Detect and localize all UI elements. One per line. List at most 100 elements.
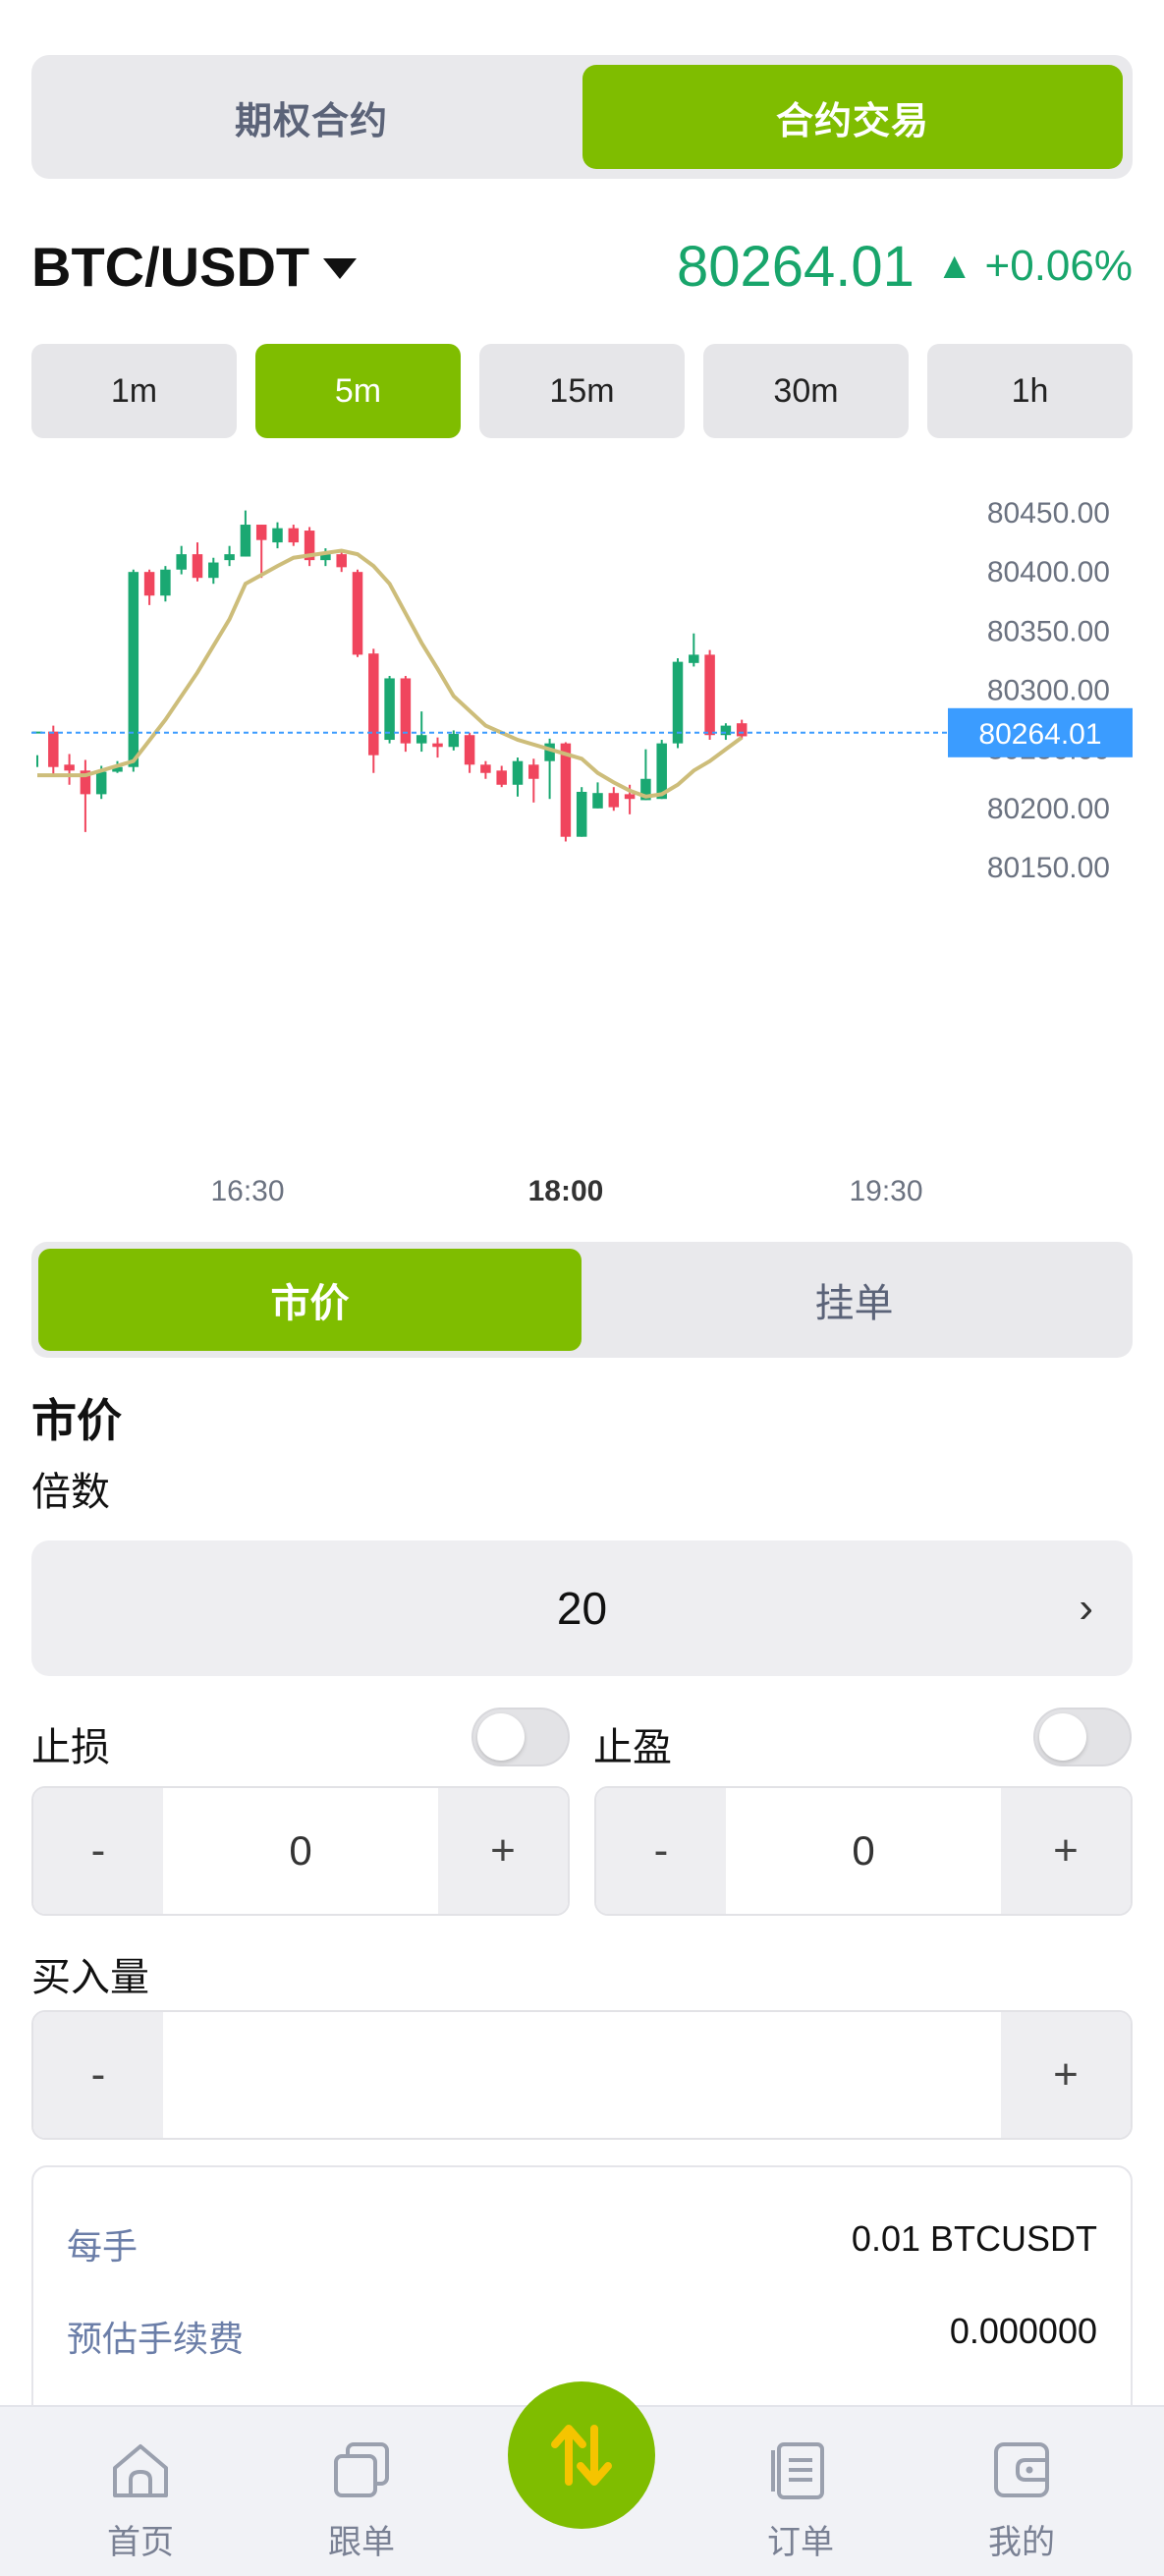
candle	[689, 654, 699, 663]
info-row-fee: 预估手续费 0.000000	[67, 2311, 1097, 2362]
up-arrow-icon: ▲	[935, 245, 973, 287]
buy-quantity-minus-button[interactable]: -	[33, 2012, 163, 2138]
section-title: 市价	[31, 1395, 122, 1446]
info-value: 0.000000	[949, 2311, 1097, 2351]
tab-limit-order[interactable]: 挂单	[582, 1249, 1126, 1351]
take-profit-input[interactable]: 0	[726, 1788, 1001, 1914]
interval-15m[interactable]: 15m	[479, 344, 685, 438]
info-key: 每手	[67, 2226, 139, 2267]
candle	[48, 731, 59, 767]
price-display: 80264.01 ▲ +0.06%	[677, 232, 1133, 301]
moving-average-line	[37, 548, 744, 799]
candle	[592, 793, 603, 809]
candle	[512, 760, 524, 785]
candle	[128, 572, 139, 767]
candle	[95, 771, 107, 795]
candle	[576, 791, 587, 837]
candle	[224, 554, 235, 561]
nav-profile[interactable]: 我的	[948, 2407, 1095, 2576]
current-price-tag-label: 80264.01	[978, 718, 1101, 751]
stop-loss-stepper: - 0 +	[31, 1786, 570, 1916]
leverage-label: 倍数	[31, 1471, 110, 1514]
price-change: +0.06%	[984, 242, 1133, 290]
candle	[288, 528, 300, 543]
info-row-lot: 每手 0.01 BTCUSDT	[67, 2218, 1097, 2269]
nav-label: 首页	[107, 2524, 174, 2561]
toggle-knob	[1039, 1713, 1086, 1761]
candle	[448, 734, 460, 748]
interval-5m[interactable]: 5m	[255, 344, 461, 438]
x-tick-1630: 16:30	[210, 1175, 284, 1207]
nav-trade-button[interactable]	[508, 2381, 655, 2529]
y-tick-label: 80150.00	[987, 852, 1110, 884]
swap-icon	[551, 2425, 612, 2486]
candle	[192, 554, 203, 579]
y-tick-label: 80400.00	[987, 556, 1110, 588]
info-value: 0.01 BTCUSDT	[851, 2218, 1097, 2259]
last-price: 80264.01	[676, 234, 915, 299]
candle	[704, 654, 715, 736]
stop-loss-label: 止损	[31, 1726, 110, 1769]
candle	[432, 743, 443, 748]
candle	[384, 678, 395, 741]
stop-loss-minus-button[interactable]: -	[33, 1788, 163, 1914]
candle	[176, 554, 187, 570]
interval-1h[interactable]: 1h	[927, 344, 1133, 438]
y-tick-label: 80450.00	[987, 497, 1110, 530]
take-profit-stepper: - 0 +	[594, 1786, 1133, 1916]
nav-orders[interactable]: 订单	[727, 2407, 874, 2576]
stop-loss-input[interactable]: 0	[163, 1788, 438, 1914]
buy-quantity-stepper: - +	[31, 2010, 1133, 2140]
candlestick-chart[interactable]: 80450.0080400.0080350.0080300.0080250.00…	[0, 481, 1164, 1228]
take-profit-minus-button[interactable]: -	[596, 1788, 726, 1914]
product-switch: 期权合约 合约交易	[31, 55, 1133, 179]
candle	[736, 723, 748, 737]
wallet-icon	[994, 2442, 1049, 2497]
nav-copy-trading[interactable]: 跟单	[288, 2407, 435, 2576]
chevron-right-icon: ›	[1079, 1584, 1093, 1632]
take-profit-plus-button[interactable]: +	[1001, 1788, 1131, 1914]
tab-market-order[interactable]: 市价	[38, 1249, 582, 1351]
buy-quantity-plus-button[interactable]: +	[1001, 2012, 1131, 2138]
y-tick-label: 80350.00	[987, 615, 1110, 647]
pair-label: BTC/USDT	[31, 235, 310, 298]
candle	[560, 743, 572, 837]
candle	[608, 793, 620, 808]
nav-home[interactable]: 首页	[67, 2407, 214, 2576]
toggle-knob	[477, 1713, 525, 1761]
interval-tabs: 1m 5m 15m 30m 1h	[31, 344, 1133, 438]
stop-loss-toggle[interactable]	[471, 1708, 570, 1766]
x-tick-1800: 18:00	[528, 1175, 604, 1207]
leverage-value: 20	[556, 1583, 608, 1634]
order-type-switch: 市价 挂单	[31, 1242, 1133, 1358]
tab-futures-trading[interactable]: 合约交易	[582, 65, 1123, 169]
interval-30m[interactable]: 30m	[703, 344, 909, 438]
buy-quantity-label: 买入量	[31, 1956, 149, 1999]
home-icon	[113, 2444, 168, 2497]
candle	[528, 764, 539, 779]
info-key: 预估手续费	[67, 2319, 245, 2359]
candle	[143, 572, 155, 596]
candle	[672, 661, 684, 744]
candle	[255, 525, 267, 540]
y-tick-label: 80300.00	[987, 675, 1110, 707]
pair-selector[interactable]: BTC/USDT	[31, 232, 358, 301]
orders-icon	[771, 2442, 824, 2499]
candle	[352, 572, 363, 655]
tab-options-contract[interactable]: 期权合约	[41, 65, 582, 169]
nav-label: 我的	[988, 2524, 1055, 2561]
candle	[64, 764, 75, 771]
caret-down-icon	[323, 257, 358, 279]
candle	[208, 562, 219, 579]
stop-loss-plus-button[interactable]: +	[438, 1788, 568, 1914]
candle	[416, 735, 427, 744]
buy-quantity-input[interactable]	[163, 2012, 1001, 2138]
candle	[160, 569, 171, 596]
candle	[624, 794, 636, 800]
take-profit-toggle[interactable]	[1033, 1708, 1132, 1766]
candle	[368, 653, 379, 756]
candle	[464, 735, 475, 765]
interval-1m[interactable]: 1m	[31, 344, 237, 438]
x-tick-1930: 19:30	[849, 1175, 922, 1207]
leverage-selector[interactable]: 20 ›	[31, 1540, 1133, 1676]
